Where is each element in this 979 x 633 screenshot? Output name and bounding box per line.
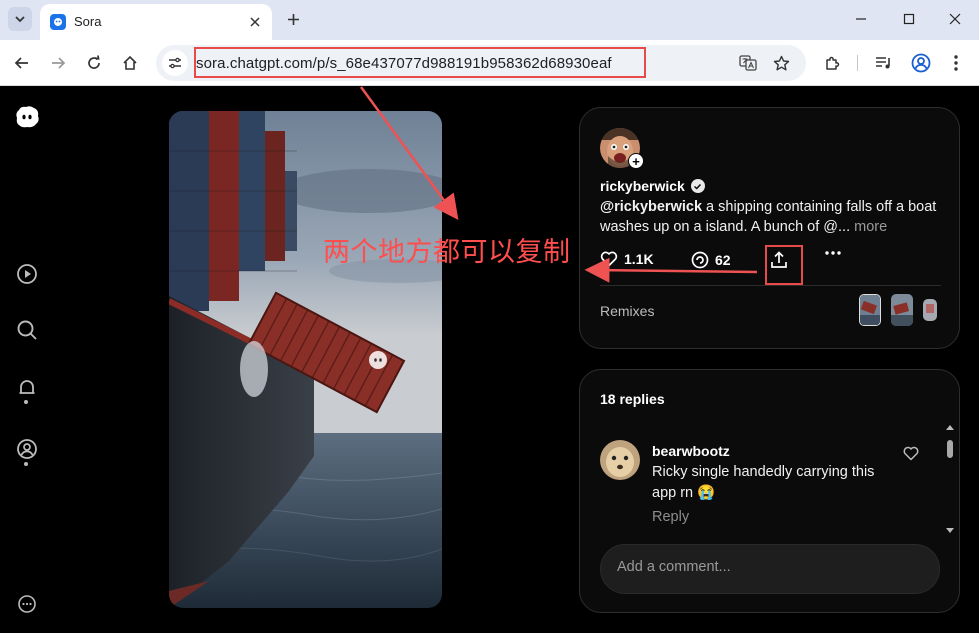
close-icon — [949, 13, 961, 25]
tab-search-button[interactable] — [8, 7, 32, 31]
comment-input[interactable] — [617, 559, 917, 575]
close-tab-icon[interactable] — [246, 13, 264, 31]
more-horizontal-icon — [825, 251, 841, 255]
remix-thumbnail[interactable] — [859, 294, 881, 326]
remix-thumbnail[interactable] — [891, 294, 913, 326]
username-text: rickyberwick — [600, 178, 685, 194]
url-highlight-box — [194, 47, 646, 78]
replies-count-title: 18 replies — [600, 391, 665, 407]
share-highlight-box — [765, 245, 803, 285]
sora-favicon-icon — [50, 14, 66, 30]
profile-icon[interactable] — [14, 436, 40, 462]
comment-input-container[interactable] — [600, 544, 940, 594]
translate-icon[interactable] — [737, 52, 759, 74]
close-window-button[interactable] — [940, 6, 970, 32]
extensions-button[interactable] — [818, 49, 846, 77]
remixes-label: Remixes — [600, 303, 655, 319]
browser-tab-sora[interactable]: Sora — [40, 4, 272, 40]
video-frame-image — [169, 111, 442, 608]
maximize-button[interactable] — [894, 6, 924, 32]
arrow-right-icon — [52, 57, 66, 69]
post-username[interactable]: rickyberwick — [600, 178, 705, 194]
avatar[interactable] — [600, 440, 640, 480]
media-controls-button[interactable] — [870, 49, 898, 77]
divider — [600, 285, 941, 286]
bell-icon[interactable] — [14, 375, 40, 401]
remix-count: 62 — [715, 252, 731, 268]
toolbar-divider — [857, 55, 858, 71]
heart-icon — [600, 251, 618, 267]
playlist-icon — [876, 57, 890, 69]
caption-mention[interactable]: @rickyberwick — [600, 199, 702, 215]
sora-watermark-icon — [369, 351, 387, 369]
video-play-icon[interactable] — [14, 261, 40, 287]
home-icon — [123, 55, 137, 70]
remix-icon — [691, 251, 709, 269]
sora-sidebar — [0, 86, 54, 633]
reply-username[interactable]: bearwbootz — [652, 443, 730, 459]
reply-like-button[interactable] — [903, 446, 919, 462]
puzzle-icon — [825, 56, 839, 70]
chevron-down-icon — [15, 16, 25, 23]
profile-button[interactable] — [907, 49, 935, 77]
bookmark-star-icon[interactable] — [770, 52, 792, 74]
tune-icon — [169, 57, 181, 69]
tab-bar: Sora — [0, 0, 979, 40]
caption-more-link[interactable]: more — [850, 219, 887, 235]
browser-menu-button[interactable] — [942, 49, 970, 77]
profile-icon — [911, 53, 931, 73]
like-button[interactable]: 1.1K — [600, 251, 654, 267]
remix-thumbnail[interactable] — [923, 299, 937, 321]
notification-dot — [24, 400, 28, 404]
forward-button[interactable] — [44, 49, 72, 77]
plus-icon — [287, 13, 299, 25]
video-player[interactable] — [169, 111, 442, 608]
back-button[interactable] — [8, 49, 36, 77]
reload-button[interactable] — [80, 49, 108, 77]
reply-link[interactable]: Reply — [652, 509, 689, 525]
reload-icon — [88, 55, 100, 69]
tab-title: Sora — [74, 14, 102, 29]
arrow-left-icon — [14, 57, 28, 69]
heart-icon — [903, 446, 919, 461]
sora-logo-icon[interactable] — [14, 104, 40, 130]
reply-text: Ricky single handedly carrying this app … — [652, 464, 875, 501]
follow-plus-button[interactable]: + — [628, 153, 644, 169]
minimize-button[interactable] — [846, 6, 876, 32]
remix-button[interactable]: 62 — [691, 251, 731, 269]
scrollbar-thumb[interactable] — [947, 440, 953, 458]
profile-dot — [24, 462, 28, 466]
post-caption: @rickyberwick a shipping containing fall… — [600, 197, 945, 237]
more-button[interactable] — [825, 251, 841, 255]
replies-card: 18 replies bearwbootz Ricky single hande… — [579, 369, 960, 613]
post-card: + rickyberwick @rickyberwick a shipping … — [579, 107, 960, 349]
scroll-down-icon — [946, 528, 954, 533]
new-tab-button[interactable] — [282, 8, 304, 30]
minimize-icon — [856, 18, 866, 20]
replies-scrollbar[interactable] — [944, 422, 956, 536]
more-options-icon[interactable] — [14, 591, 40, 617]
site-info-button[interactable] — [162, 50, 188, 76]
like-count: 1.1K — [624, 251, 654, 267]
home-button[interactable] — [116, 49, 144, 77]
search-icon[interactable] — [14, 317, 40, 343]
verified-badge-icon — [690, 179, 705, 193]
annotation-label: 两个地方都可以复制 — [323, 237, 571, 268]
maximize-icon — [903, 13, 915, 25]
scroll-up-icon — [946, 425, 954, 430]
more-vertical-icon — [954, 55, 958, 71]
